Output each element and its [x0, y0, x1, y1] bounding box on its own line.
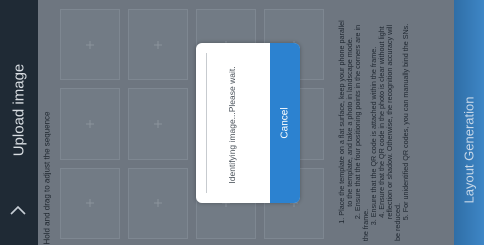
- page-title: Upload image: [10, 63, 28, 157]
- image-slot[interactable]: [60, 88, 120, 160]
- instruction-line: reflection or shadow. Otherwise, the rec…: [385, 24, 394, 220]
- instruction-line: 5. For unidentified QR codes, you can ma…: [401, 23, 410, 221]
- progress-indicator: [206, 53, 212, 193]
- layout-generation-label: Layout Generation: [461, 96, 477, 204]
- image-slot[interactable]: [128, 167, 188, 239]
- chevron-left-icon[interactable]: [7, 200, 29, 222]
- dialog-message: Identifying image...Please wait.: [227, 66, 237, 184]
- header-bar: Upload image: [0, 0, 38, 245]
- progress-dialog: Identifying image...Please wait. Cancel: [196, 43, 300, 203]
- cancel-label: Cancel: [279, 107, 291, 139]
- image-slot[interactable]: [128, 9, 188, 81]
- image-slot[interactable]: [60, 167, 120, 239]
- instructions-panel: 1. Place the template on a flat surface,…: [330, 0, 452, 245]
- instruction-line: 2. Ensure that the four positioning poin…: [353, 24, 362, 220]
- cancel-button[interactable]: Cancel: [270, 43, 300, 203]
- layout-generation-button[interactable]: Layout Generation: [454, 0, 484, 245]
- image-slot[interactable]: [128, 88, 188, 160]
- drag-hint: Hold and drag to adjust the sequence: [42, 111, 52, 245]
- image-slot[interactable]: [60, 9, 120, 81]
